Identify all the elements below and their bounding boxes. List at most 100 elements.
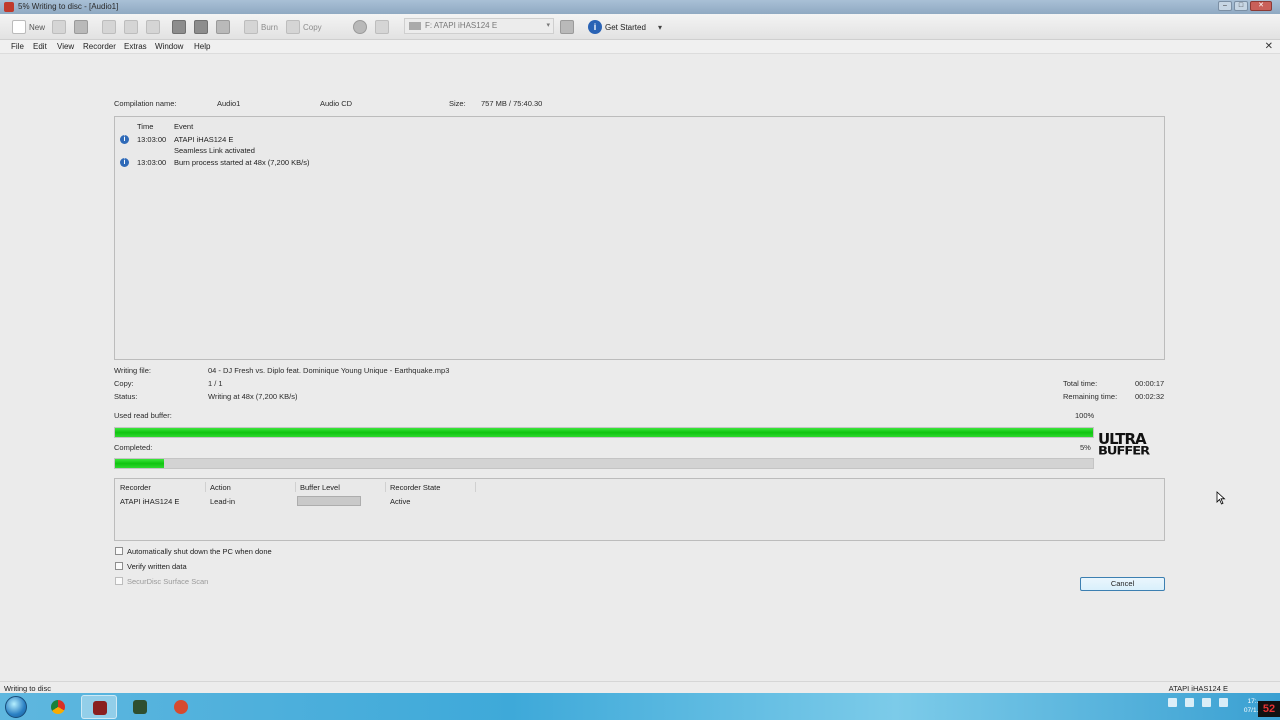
cut-icon — [102, 20, 116, 34]
paste-button[interactable] — [146, 19, 160, 35]
save-icon — [74, 20, 88, 34]
log-header-event[interactable]: Event — [174, 122, 193, 131]
info-icon: i — [120, 158, 129, 167]
drive-select-value: F: ATAPI iHAS124 E — [425, 21, 498, 30]
taskbar: 17:... 07/1... 52 — [0, 693, 1280, 720]
checkbox-box[interactable] — [115, 547, 123, 555]
event-log-panel[interactable]: Time Event i 13:03:00 ATAPI iHAS124 E Se… — [114, 116, 1165, 360]
log-event: Seamless Link activated — [174, 146, 255, 155]
save-button[interactable] — [74, 19, 88, 35]
library-button[interactable] — [172, 19, 186, 35]
toolbar: New Burn Copy i Get Started ▾ — [0, 14, 1280, 40]
open-folder-icon — [52, 20, 66, 34]
new-label: New — [29, 22, 46, 32]
compilation-type-value: Audio CD — [320, 99, 353, 108]
get-started-label: Get Started — [605, 22, 646, 32]
tray-arrow-icon[interactable] — [1168, 698, 1177, 707]
column-separator — [205, 482, 206, 492]
burn-button[interactable]: Burn — [244, 19, 278, 35]
read-buffer-label: Used read buffer: — [114, 411, 172, 420]
recorder-name-cell: ATAPI iHAS124 E — [120, 497, 180, 506]
cut-button[interactable] — [102, 19, 116, 35]
securdisc-checkbox: SecurDisc Surface Scan — [115, 576, 208, 586]
chrome-icon — [51, 700, 65, 714]
burn-label: Burn — [261, 22, 278, 32]
total-time-label: Total time: — [1063, 379, 1098, 388]
copy-clip-icon — [124, 20, 138, 34]
shutdown-checkbox[interactable]: Automatically shut down the PC when done — [115, 546, 272, 556]
completed-progress-bar — [114, 458, 1094, 469]
window-titlebar: 5% Writing to disc - [Audio1] – □ ✕ — [0, 0, 1280, 14]
disc-info-button[interactable] — [375, 19, 389, 35]
checkbox-box — [115, 577, 123, 585]
window-title: 5% Writing to disc - [Audio1] — [18, 2, 119, 11]
copy-value: 1 / 1 — [208, 379, 223, 388]
status-text: Writing to disc — [4, 684, 51, 693]
cancel-button[interactable]: Cancel — [1080, 577, 1165, 591]
read-buffer-percent: 100% — [1075, 411, 1095, 420]
menu-recorder[interactable]: Recorder — [83, 42, 116, 51]
menu-extras[interactable]: Extras — [124, 42, 147, 51]
open-button[interactable] — [52, 19, 66, 35]
remaining-time-value: 00:02:32 — [1135, 392, 1165, 401]
securdisc-label: SecurDisc Surface Scan — [127, 576, 209, 586]
new-button[interactable]: New — [12, 19, 45, 35]
menu-file[interactable]: File — [11, 42, 24, 51]
log-event: ATAPI iHAS124 E — [174, 135, 234, 144]
properties-icon — [194, 20, 208, 34]
properties-button[interactable] — [194, 19, 208, 35]
verify-checkbox[interactable]: Verify written data — [115, 561, 187, 571]
checkbox-box[interactable] — [115, 562, 123, 570]
recorder-header[interactable]: Recorder — [120, 483, 151, 492]
volume-icon[interactable] — [1202, 698, 1211, 707]
chevron-down-icon: ▾ — [658, 22, 663, 32]
buffer-level-bar — [297, 496, 361, 506]
action-header[interactable]: Action — [210, 483, 231, 492]
burn-icon — [244, 20, 258, 34]
ultra-buffer-logo: ULTRA BUFFER — [1098, 432, 1166, 460]
drive-select[interactable]: F: ATAPI iHAS124 E ▾ — [404, 18, 554, 34]
logo-line2: BUFFER — [1098, 444, 1150, 459]
taskbar-app[interactable] — [122, 695, 158, 719]
close-document-icon[interactable]: ✕ — [1265, 41, 1273, 52]
flag-icon[interactable] — [1219, 698, 1228, 707]
menu-edit[interactable]: Edit — [33, 42, 47, 51]
menu-view[interactable]: View — [57, 42, 74, 51]
menu-help[interactable]: Help — [194, 42, 210, 51]
menu-window[interactable]: Window — [155, 42, 183, 51]
erase-button[interactable] — [216, 19, 230, 35]
taskbar-chrome[interactable] — [40, 695, 76, 719]
erase-icon — [216, 20, 230, 34]
copy-clip-button[interactable] — [124, 19, 138, 35]
paste-icon — [146, 20, 160, 34]
copy-disc-button[interactable]: Copy — [286, 19, 322, 35]
log-header-time[interactable]: Time — [137, 122, 153, 131]
taskbar-recorder[interactable] — [163, 695, 199, 719]
info-icon: i — [120, 135, 129, 144]
buffer-level-header[interactable]: Buffer Level — [300, 483, 340, 492]
network-icon[interactable] — [1185, 698, 1194, 707]
drive-info-button[interactable] — [560, 19, 574, 35]
column-separator — [385, 482, 386, 492]
disc-info-icon — [375, 20, 389, 34]
compilation-name-value: Audio1 — [217, 99, 241, 108]
library-icon — [172, 20, 186, 34]
recorder-panel[interactable]: Recorder Action Buffer Level Recorder St… — [114, 478, 1165, 541]
eject-button[interactable] — [353, 19, 367, 35]
completed-percent: 5% — [1080, 443, 1091, 452]
maximize-button[interactable]: □ — [1234, 1, 1248, 11]
taskbar-nero[interactable] — [81, 695, 117, 719]
total-time-value: 00:00:17 — [1135, 379, 1165, 388]
copy-label: Copy — [303, 22, 322, 32]
app-icon — [133, 700, 147, 714]
minimize-button[interactable]: – — [1218, 1, 1232, 11]
start-button[interactable] — [5, 696, 27, 718]
recorder-icon — [174, 700, 188, 714]
compilation-name-label: Compilation name: — [114, 99, 177, 108]
recorder-state-header[interactable]: Recorder State — [390, 483, 440, 492]
close-button[interactable]: ✕ — [1250, 1, 1272, 11]
verify-label: Verify written data — [127, 561, 187, 571]
get-started-button[interactable]: i Get Started — [588, 19, 646, 35]
toolbar-overflow-button[interactable]: ▾ — [658, 19, 662, 35]
new-document-icon — [12, 20, 26, 34]
